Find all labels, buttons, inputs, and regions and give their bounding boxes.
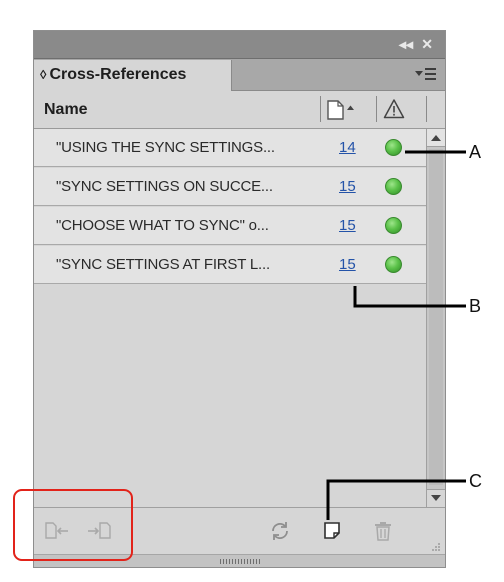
refresh-icon[interactable] xyxy=(267,520,293,542)
cross-reference-name: "SYNC SETTINGS ON SUCCE... xyxy=(56,178,273,195)
column-header-row: Name xyxy=(34,91,445,129)
list-item[interactable]: "CHOOSE WHAT TO SYNC" o... 15 xyxy=(34,207,426,245)
tab-label: Cross-References xyxy=(49,66,187,83)
new-cross-reference-icon[interactable] xyxy=(320,520,346,542)
page-number-link[interactable]: 15 xyxy=(339,217,356,234)
scroll-up-icon[interactable] xyxy=(427,129,445,147)
column-header-name[interactable]: Name xyxy=(44,101,88,119)
page-sort-icon[interactable] xyxy=(326,99,358,121)
scroll-track[interactable] xyxy=(429,149,443,485)
cross-reference-name: "SYNC SETTINGS AT FIRST L... xyxy=(56,256,270,273)
page-number-link[interactable]: 14 xyxy=(339,139,356,156)
cross-reference-name: "USING THE SYNC SETTINGS... xyxy=(56,139,275,156)
highlight-box xyxy=(13,489,133,561)
cross-reference-list: "USING THE SYNC SETTINGS... 14 "SYNC SET… xyxy=(34,129,426,489)
updown-arrows-icon: ◊ xyxy=(40,67,47,82)
cross-references-panel: ◂◂ ✕ ◊ Cross-References Name "USING THE … xyxy=(33,30,446,568)
list-item[interactable]: "USING THE SYNC SETTINGS... 14 xyxy=(34,129,426,167)
resize-grip-icon[interactable] xyxy=(429,539,441,551)
status-ok-icon xyxy=(385,217,402,234)
list-item[interactable]: "SYNC SETTINGS ON SUCCE... 15 xyxy=(34,168,426,206)
callout-label-b: B xyxy=(469,296,482,316)
panel-menu-icon[interactable] xyxy=(415,67,437,81)
grip-lines-icon xyxy=(220,559,260,564)
column-divider[interactable] xyxy=(376,96,377,122)
trash-icon[interactable] xyxy=(370,520,396,542)
list-item[interactable]: "SYNC SETTINGS AT FIRST L... 15 xyxy=(34,246,426,284)
page-number-link[interactable]: 15 xyxy=(339,256,356,273)
callout-label-a: A xyxy=(469,142,482,162)
panel-titlebar: ◂◂ ✕ xyxy=(34,31,445,59)
column-divider[interactable] xyxy=(320,96,321,122)
warning-icon[interactable] xyxy=(383,98,405,120)
status-ok-icon xyxy=(385,178,402,195)
page-number-link[interactable]: 15 xyxy=(339,178,356,195)
close-icon[interactable]: ✕ xyxy=(421,36,433,52)
column-divider[interactable] xyxy=(426,96,427,122)
tab-cross-references[interactable]: ◊ Cross-References xyxy=(34,60,232,91)
collapse-icon[interactable]: ◂◂ xyxy=(399,36,413,52)
status-ok-icon xyxy=(385,139,402,156)
scroll-down-icon[interactable] xyxy=(427,489,445,507)
status-ok-icon xyxy=(385,256,402,273)
cross-reference-name: "CHOOSE WHAT TO SYNC" o... xyxy=(56,217,269,234)
tab-row: ◊ Cross-References xyxy=(34,59,445,91)
screenshot-stage: ◂◂ ✕ ◊ Cross-References Name "USING THE … xyxy=(0,0,504,582)
vertical-scrollbar[interactable] xyxy=(426,129,445,507)
callout-label-c: C xyxy=(469,471,482,491)
